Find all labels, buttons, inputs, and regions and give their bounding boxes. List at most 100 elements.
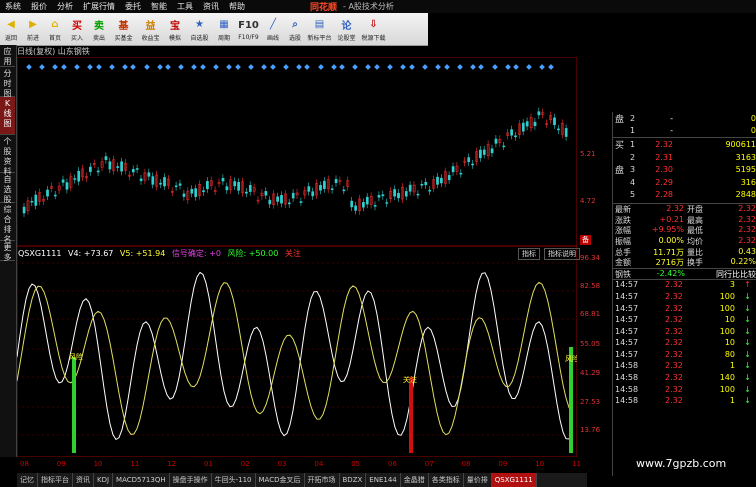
bid-level: 5 [630, 190, 636, 200]
toolbar-label: 画线 [266, 34, 279, 42]
date-tick: 02 [240, 460, 250, 468]
toolbar-period-button[interactable]: ▦ 周期 [213, 14, 235, 44]
candle-body [225, 186, 229, 191]
indicator-button[interactable]: 指标 [518, 248, 540, 260]
menu-item[interactable]: 报价 [26, 0, 52, 13]
trade-volume: 100 [719, 291, 735, 301]
menu-item[interactable]: 扩展行情 [78, 0, 120, 13]
menu-item[interactable]: 委托 [120, 0, 146, 13]
bid-price: 2.29 [655, 177, 673, 187]
indicator-help-button[interactable]: 指标说明 [544, 248, 580, 260]
menu-item[interactable]: 分析 [52, 0, 78, 13]
price-tick: 41.29 [580, 369, 601, 377]
trade-time: 14:57 [615, 291, 639, 301]
menu-item[interactable]: 资讯 [198, 0, 224, 13]
candle-body [408, 184, 412, 192]
toolbar-forum-button[interactable]: 论论股堂 [333, 14, 360, 44]
ask-volume: 0 [750, 126, 756, 136]
candle-body [30, 200, 34, 203]
candle-body [533, 121, 537, 126]
indicator-tab[interactable]: BDZX [340, 473, 367, 487]
indicator-tab[interactable]: MACD金叉后 [256, 473, 305, 487]
bid-row: 5 2.28 2848 [613, 189, 756, 202]
date-tick: 11 [130, 460, 140, 468]
trade-price: 2.32 [665, 361, 683, 371]
bid-level: 4 [630, 177, 636, 187]
sidebar-tab[interactable]: 综合排名 [0, 203, 15, 244]
trade-price: 2.32 [665, 315, 683, 325]
trade-time: 14:57 [615, 280, 639, 290]
indicator-tab[interactable]: 金晶猎 [401, 473, 429, 487]
trade-volume: 100 [719, 303, 735, 313]
sidebar-tab[interactable]: 更多 [0, 241, 15, 262]
toolbar-screen-button[interactable]: ⌕ 选股 [284, 14, 306, 44]
sector-compare[interactable]: 同行比比较 [716, 269, 756, 280]
candle-body [385, 202, 389, 204]
toolbar-sell-button[interactable]: 卖卖出 [88, 14, 110, 44]
toolbar-watchlist-button[interactable]: ★ 自选股 [186, 14, 213, 44]
sidebar-tab[interactable]: 自选股 [0, 173, 15, 204]
indicator-tab[interactable]: MACD5713QH [113, 473, 170, 487]
indicator-tab[interactable]: 量价排 [464, 473, 492, 487]
toolbar-back-button[interactable]: ◀ 返回 [0, 14, 22, 44]
sidebar-tab[interactable]: 个股资料 [0, 135, 15, 176]
price-tick: 55.05 [580, 340, 601, 348]
indicator-name[interactable]: QSXG1111 [18, 249, 61, 258]
toolbar-forward-button[interactable]: ▶ 前进 [22, 14, 44, 44]
ask-row: 盘 2 - 0 [613, 112, 756, 125]
sim-icon: 宝 [170, 21, 180, 32]
sidebar-tab[interactable]: 应用 [0, 45, 15, 67]
sidebar-tab[interactable]: K线图 [0, 97, 15, 135]
menu-item[interactable]: 系统 [0, 0, 26, 13]
indicator-tab[interactable]: 指标平台 [38, 473, 73, 487]
sidebar: 应用分时图K线图个股资料自选股综合排名更多 [0, 45, 17, 457]
candle-body [178, 183, 182, 186]
toolbar-home-button[interactable]: ⌂ 首页 [44, 14, 66, 44]
menu-item[interactable]: 帮助 [224, 0, 250, 13]
buy-label: 买 [615, 140, 625, 151]
period-icon: ▦ [219, 19, 229, 30]
bid-volume: 316 [740, 177, 756, 187]
indicator-tab[interactable]: 记忆 [17, 473, 38, 487]
toolbar-buy-button[interactable]: 买买入 [66, 14, 88, 44]
ask-level: 1 [630, 126, 636, 136]
candle-body [436, 176, 439, 185]
date-tick: 09 [498, 460, 508, 468]
price-tick: 82.58 [580, 282, 601, 290]
stat-value: 2716万 [655, 258, 684, 268]
toolbar-label: 自选股 [190, 34, 209, 42]
trade-price: 2.32 [665, 326, 683, 336]
toolbar-yield-button[interactable]: 益收益宝 [137, 14, 164, 44]
candle-body [393, 189, 396, 197]
bid-row: 2 2.31 3163 [613, 151, 756, 164]
indicator-tab[interactable]: 开拓市场 [305, 473, 340, 487]
toolbar-f10-button[interactable]: F10 F10/F9 [235, 14, 262, 44]
indicator-tab[interactable]: QSXG1111 [491, 473, 537, 487]
candle-body [362, 202, 365, 208]
trade-time: 14:58 [615, 361, 639, 371]
indicator-line-v4 [17, 271, 573, 441]
indicator-tab[interactable]: KDJ [94, 473, 114, 487]
candle-body [330, 188, 334, 190]
menu-item[interactable]: 工具 [172, 0, 198, 13]
stat-value: 2.32 [666, 204, 684, 214]
sector-row[interactable]: 钢铁 -2.42% 同行比比较 [613, 267, 756, 281]
toolbar-sim-button[interactable]: 宝模拟 [164, 14, 186, 44]
stat-value: 0.00% [658, 235, 684, 245]
indicator-signal: 信号确定: +0 [171, 249, 221, 258]
trade-price: 2.32 [665, 396, 683, 406]
indicator-tab[interactable]: 各类指标 [429, 473, 464, 487]
toolbar-fund-button[interactable]: 基买基金 [110, 14, 137, 44]
menu-item[interactable]: 智能 [146, 0, 172, 13]
indicator-tab[interactable]: 操盘手操作 [170, 473, 212, 487]
toolbar-platform-button[interactable]: ▤ 新标平台 [306, 14, 333, 44]
candle-body [237, 182, 240, 191]
toolbar-download-button[interactable]: ⇩ 税源下载 [360, 14, 387, 44]
sidebar-tab[interactable]: 分时图 [0, 67, 15, 98]
indicator-tab[interactable]: 资讯 [73, 473, 94, 487]
indicator-tab[interactable]: ENE144 [366, 473, 401, 487]
toolbar-draw-button[interactable]: ╱ 画线 [262, 14, 284, 44]
indicator-tab[interactable]: 牛回头-110 [212, 473, 256, 487]
bid-price: 2.28 [655, 190, 673, 200]
candle-body [334, 179, 338, 184]
